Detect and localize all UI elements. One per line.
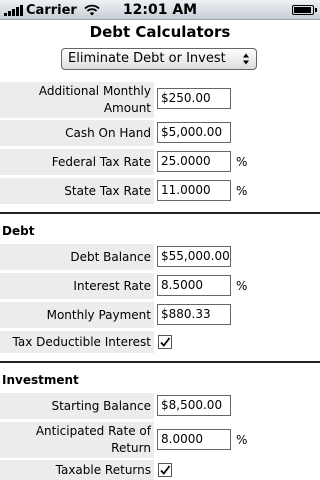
- section-divider: [0, 361, 320, 363]
- starting-balance-input[interactable]: $8,500.00: [157, 395, 231, 416]
- debt-balance-row: Debt Balance $55,000.00: [0, 244, 320, 270]
- tax-deductible-row: Tax Deductible Interest: [0, 331, 320, 353]
- status-bar: Carrier 12:01 AM: [0, 0, 320, 20]
- checkmark-icon: [160, 465, 171, 475]
- percent-unit: %: [236, 184, 248, 198]
- select-arrows-icon: [243, 53, 249, 65]
- federal-tax-row: Federal Tax Rate 25.0000 %: [0, 149, 320, 175]
- page-title: Debt Calculators: [89, 23, 231, 41]
- taxable-returns-label: Taxable Returns: [0, 460, 154, 480]
- federal-tax-input[interactable]: 25.0000: [157, 151, 231, 172]
- battery-icon: [292, 5, 314, 15]
- federal-tax-label: Federal Tax Rate: [0, 149, 154, 175]
- battery-level: [294, 7, 311, 13]
- section-divider: [0, 212, 320, 214]
- mode-select-value: Eliminate Debt or Invest: [68, 51, 226, 66]
- additional-monthly-row: Additional Monthly Amount $250.00: [0, 82, 320, 118]
- interest-rate-label: Interest Rate: [0, 273, 154, 299]
- checkmark-icon: [160, 337, 171, 347]
- interest-rate-row: Interest Rate 8.5000 %: [0, 273, 320, 299]
- investment-section-title: Investment: [2, 373, 79, 387]
- interest-rate-input[interactable]: 8.5000: [157, 275, 231, 296]
- battery-tip: [315, 8, 317, 12]
- monthly-payment-row: Monthly Payment $880.33: [0, 302, 320, 328]
- monthly-payment-input[interactable]: $880.33: [157, 304, 231, 325]
- anticipated-rate-row: Anticipated Rate of Return 8.0000 %: [0, 422, 320, 458]
- anticipated-rate-label: Anticipated Rate of Return: [0, 422, 154, 458]
- debt-section-title: Debt: [2, 224, 35, 238]
- state-tax-row: State Tax Rate 11.0000 %: [0, 178, 320, 204]
- percent-unit: %: [236, 155, 248, 169]
- cash-on-hand-label: Cash On Hand: [0, 120, 154, 146]
- status-time: 12:01 AM: [122, 2, 198, 18]
- cash-on-hand-input[interactable]: $5,000.00: [157, 122, 231, 143]
- taxable-returns-checkbox[interactable]: [158, 463, 172, 477]
- debt-balance-label: Debt Balance: [0, 244, 154, 270]
- percent-unit: %: [236, 279, 248, 293]
- anticipated-rate-input[interactable]: 8.0000: [157, 429, 231, 450]
- debt-balance-input[interactable]: $55,000.00: [157, 246, 231, 267]
- cash-on-hand-row: Cash On Hand $5,000.00: [0, 120, 320, 146]
- additional-monthly-input[interactable]: $250.00: [157, 88, 231, 109]
- tax-deductible-label: Tax Deductible Interest: [0, 331, 154, 353]
- state-tax-label: State Tax Rate: [0, 178, 154, 204]
- state-tax-input[interactable]: 11.0000: [157, 180, 231, 201]
- monthly-payment-label: Monthly Payment: [0, 302, 154, 328]
- calculator-mode-select[interactable]: Eliminate Debt or Invest: [61, 48, 257, 70]
- percent-unit: %: [236, 433, 248, 447]
- additional-monthly-label: Additional Monthly Amount: [0, 82, 154, 118]
- tax-deductible-checkbox[interactable]: [158, 335, 172, 349]
- starting-balance-label: Starting Balance: [0, 393, 154, 419]
- starting-balance-row: Starting Balance $8,500.00: [0, 393, 320, 419]
- taxable-returns-row: Taxable Returns: [0, 460, 320, 480]
